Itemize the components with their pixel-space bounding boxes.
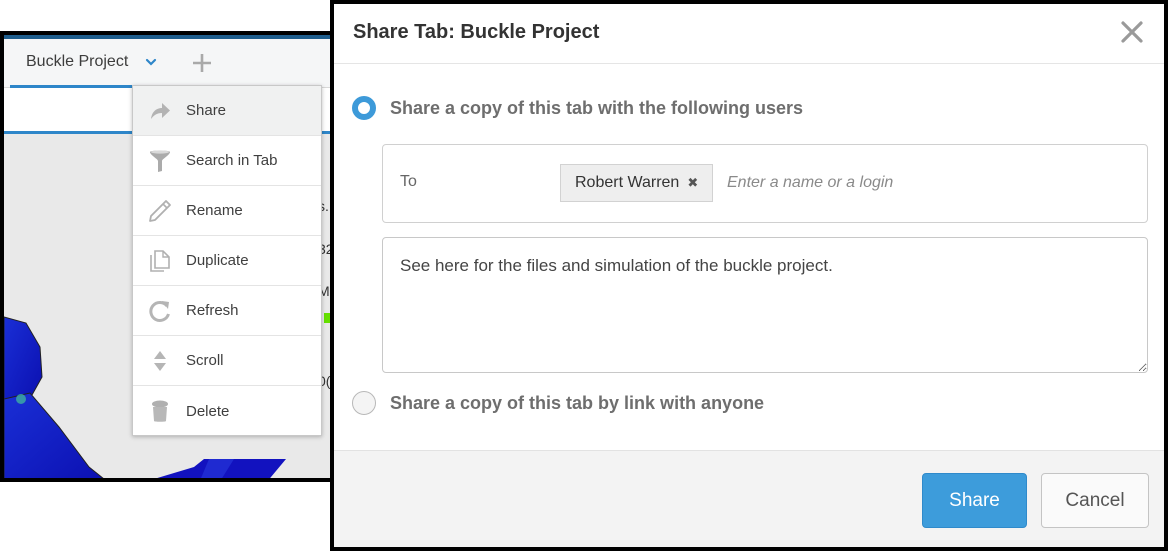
recipient-search-input[interactable]	[727, 164, 1127, 202]
share-with-users-label: Share a copy of this tab with the follow…	[390, 97, 804, 118]
plus-icon[interactable]	[190, 51, 214, 75]
share-tab-dialog: Share Tab: Buckle Project Share a copy o…	[330, 0, 1168, 551]
menu-item-refresh[interactable]: Refresh	[133, 286, 321, 336]
menu-item-label: Delete	[186, 402, 230, 420]
pencil-icon	[148, 199, 172, 223]
close-icon[interactable]	[1120, 20, 1144, 44]
model-base	[157, 459, 286, 478]
dialog-header: Share Tab: Buckle Project	[334, 4, 1164, 64]
funnel-icon	[148, 149, 172, 173]
menu-item-label: Rename	[186, 202, 243, 219]
menu-item-label: Duplicate	[186, 252, 249, 269]
menu-item-scroll[interactable]: Scroll	[133, 336, 321, 386]
menu-item-search-in-tab[interactable]: Search in Tab	[133, 136, 321, 186]
model-lower-body	[4, 392, 104, 478]
recipient-chip: Robert Warren ✖	[560, 164, 714, 202]
menu-item-label: Refresh	[186, 302, 239, 319]
scroll-arrows-icon	[148, 349, 172, 373]
copy-icon	[148, 249, 172, 273]
chevron-down-icon[interactable]	[144, 55, 158, 69]
model-upper-lobe	[4, 316, 43, 403]
tab-buckle-project[interactable]: Buckle Project	[10, 39, 188, 88]
share-with-users-option[interactable]: Share a copy of this tab with the follow…	[352, 96, 803, 120]
share-arrow-icon	[148, 99, 172, 123]
share-with-users-radio[interactable]	[352, 96, 376, 120]
menu-item-label: Search in Tab	[186, 152, 278, 169]
share-by-link-option[interactable]: Share a copy of this tab by link with an…	[352, 391, 764, 415]
menu-item-label: Scroll	[186, 352, 224, 369]
tab-context-menu: Share Search in Tab Rename Duplicate Ref…	[132, 85, 322, 436]
share-by-link-radio[interactable]	[352, 391, 376, 415]
tab-label: Buckle Project	[26, 53, 129, 70]
stress-hotspot	[16, 394, 26, 404]
remove-recipient-icon[interactable]: ✖	[687, 175, 698, 191]
dialog-footer: Share Cancel	[334, 450, 1164, 547]
menu-item-share[interactable]: Share	[133, 86, 321, 136]
dialog-title: Share Tab: Buckle Project	[353, 21, 600, 43]
menu-item-delete[interactable]: Delete	[133, 386, 321, 436]
cancel-button[interactable]: Cancel	[1041, 473, 1149, 528]
menu-item-duplicate[interactable]: Duplicate	[133, 236, 321, 286]
menu-item-rename[interactable]: Rename	[133, 186, 321, 236]
recipients-field[interactable]: To Robert Warren ✖	[382, 144, 1148, 223]
menu-item-label: Share	[186, 102, 227, 119]
share-button[interactable]: Share	[922, 473, 1027, 528]
trash-icon	[148, 399, 172, 423]
to-label: To	[400, 173, 417, 190]
message-textarea[interactable]: See here for the files and simulation of…	[382, 237, 1148, 373]
share-by-link-label: Share a copy of this tab by link with an…	[390, 392, 765, 413]
refresh-icon	[148, 299, 172, 323]
tab-bar: Buckle Project	[4, 39, 341, 88]
recipient-name: Robert Warren	[575, 174, 680, 191]
